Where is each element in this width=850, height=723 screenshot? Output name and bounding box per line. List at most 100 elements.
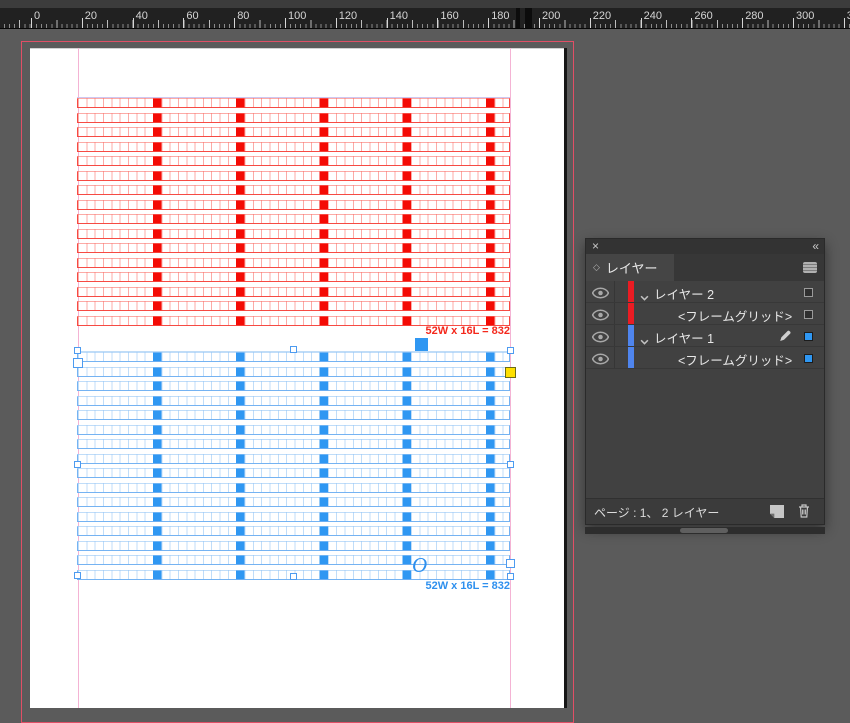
selection-handle-top-left[interactable] (74, 347, 81, 354)
grid-line-row (77, 541, 510, 551)
tab-layers[interactable]: ◇ レイヤー (586, 254, 674, 281)
layers-list: レイヤー 2 <フレームグリッド> レイヤー 1 < (586, 281, 824, 499)
expand-chevron-icon[interactable] (640, 289, 649, 296)
ruler-number-label: 180 (491, 10, 509, 22)
layer-color-swatch (628, 303, 634, 324)
ruler-number-label: 0 (34, 10, 40, 22)
ruler-page-edge-notch (516, 8, 520, 28)
grid-line-row (77, 142, 510, 152)
lock-toggle-cell[interactable] (615, 325, 628, 346)
grid-line-row (77, 512, 510, 522)
ruler-number-label: 20 (85, 10, 97, 22)
panel-tab-bar: ◇ レイヤー (586, 254, 824, 281)
ruler-major-tick (183, 18, 184, 28)
margin-guide-right (510, 48, 511, 708)
grid-line-row (77, 497, 510, 507)
layer-color-swatch (628, 281, 634, 302)
ruler-number-label: 260 (694, 10, 712, 22)
panel-status-bar: ページ : 1、 2 レイヤー (586, 498, 824, 524)
selection-handle-bottom-left[interactable] (74, 572, 81, 579)
layer-name[interactable]: レイヤー 1 (654, 328, 714, 347)
ruler-major-tick (437, 18, 438, 28)
lock-toggle-cell[interactable] (615, 281, 628, 302)
text-frame-in-port[interactable] (73, 358, 83, 368)
selection-handle-mid-left[interactable] (74, 461, 81, 468)
grid-line-row (77, 381, 510, 391)
panel-menu-icon[interactable] (803, 262, 817, 273)
grid-line-row (77, 272, 510, 282)
layer-row-layer2[interactable]: レイヤー 2 (586, 281, 824, 303)
ruler-number-label: 80 (237, 10, 249, 22)
ruler-number-label: 160 (440, 10, 458, 22)
ruler-number-label: 280 (745, 10, 763, 22)
pen-edit-icon (778, 329, 792, 343)
grid-text-character: O (412, 553, 427, 578)
visibility-eye-icon[interactable] (592, 308, 609, 320)
grid-line-row (77, 243, 510, 253)
scrollbar-thumb[interactable] (680, 528, 728, 533)
layer-item-name[interactable]: <フレームグリッド> (678, 306, 792, 325)
delete-layer-button[interactable] (798, 504, 810, 518)
grid-line-row (77, 287, 510, 297)
selection-handle-top-center[interactable] (290, 346, 297, 353)
collapse-panel-icon[interactable]: « (812, 239, 818, 254)
layers-panel: × « ◇ レイヤー レイヤー 2 <フレームグリッド> (585, 238, 825, 525)
selection-proxy-square[interactable] (804, 288, 813, 297)
ruler-major-tick (133, 18, 134, 28)
lock-toggle-cell[interactable] (615, 303, 628, 324)
new-layer-button[interactable] (770, 505, 784, 518)
visibility-eye-icon[interactable] (592, 330, 609, 342)
ruler-major-tick (285, 18, 286, 28)
page-layer-count: ページ : 1、 2 レイヤー (594, 504, 719, 521)
lock-toggle-cell[interactable] (615, 347, 628, 368)
corner-edit-yellow-widget[interactable] (505, 367, 516, 378)
frame-adornment-square[interactable] (415, 338, 428, 351)
ruler-page-edge-notch (525, 8, 532, 28)
grid-line-row (77, 352, 510, 362)
selection-proxy-square[interactable] (804, 332, 813, 341)
panel-cycle-diamond-icon: ◇ (593, 262, 600, 273)
ruler-major-tick (742, 18, 743, 28)
visibility-eye-icon[interactable] (592, 352, 609, 364)
layer-name[interactable]: レイヤー 2 (654, 284, 714, 303)
selection-handle-bottom-right[interactable] (507, 573, 514, 580)
layer-color-swatch (628, 347, 634, 368)
selection-handle-bottom-center[interactable] (290, 573, 297, 580)
expand-chevron-icon[interactable] (640, 333, 649, 340)
grid-line-row (77, 229, 510, 239)
ruler-number-label: 140 (390, 10, 408, 22)
panel-titlebar[interactable]: × « (586, 239, 824, 254)
ruler-major-tick (691, 18, 692, 28)
frame-grid-blue-selected[interactable] (77, 351, 510, 580)
grid-line-row (77, 526, 510, 536)
frame-grid-red[interactable] (77, 97, 510, 326)
ruler-number-label: 240 (644, 10, 662, 22)
selection-proxy-square[interactable] (804, 310, 813, 319)
layer-item-name[interactable]: <フレームグリッド> (678, 350, 792, 369)
panel-group-scrollbar[interactable] (585, 527, 825, 534)
ruler-number-label: 40 (136, 10, 148, 22)
ruler-number-label: 300 (796, 10, 814, 22)
selection-handle-mid-right[interactable] (507, 461, 514, 468)
grid-line-row (77, 367, 510, 377)
selection-proxy-square[interactable] (804, 354, 813, 363)
grid-line-row (77, 156, 510, 166)
visibility-eye-icon[interactable] (592, 286, 609, 298)
close-icon[interactable]: × (592, 239, 599, 254)
red-grid-dimensions-label: 52W x 16L = 832 (426, 325, 511, 337)
grid-line-row (77, 439, 510, 449)
layer-item-frame-grid-blue[interactable]: <フレームグリッド> (586, 347, 824, 369)
horizontal-ruler[interactable]: 0204060801001201401601802002202402602803… (0, 8, 850, 29)
layer-row-layer1[interactable]: レイヤー 1 (586, 325, 824, 347)
ruler-major-tick (387, 18, 388, 28)
grid-line-row (77, 200, 510, 210)
layer-item-frame-grid-red[interactable]: <フレームグリッド> (586, 303, 824, 325)
grid-line-row (77, 301, 510, 311)
window-chrome (0, 0, 850, 8)
ruler-major-tick (793, 18, 794, 28)
grid-line-row (77, 258, 510, 268)
selection-handle-top-right[interactable] (507, 347, 514, 354)
ruler-major-tick (234, 18, 235, 28)
text-frame-out-port[interactable] (506, 559, 515, 568)
grid-line-row (77, 483, 510, 493)
